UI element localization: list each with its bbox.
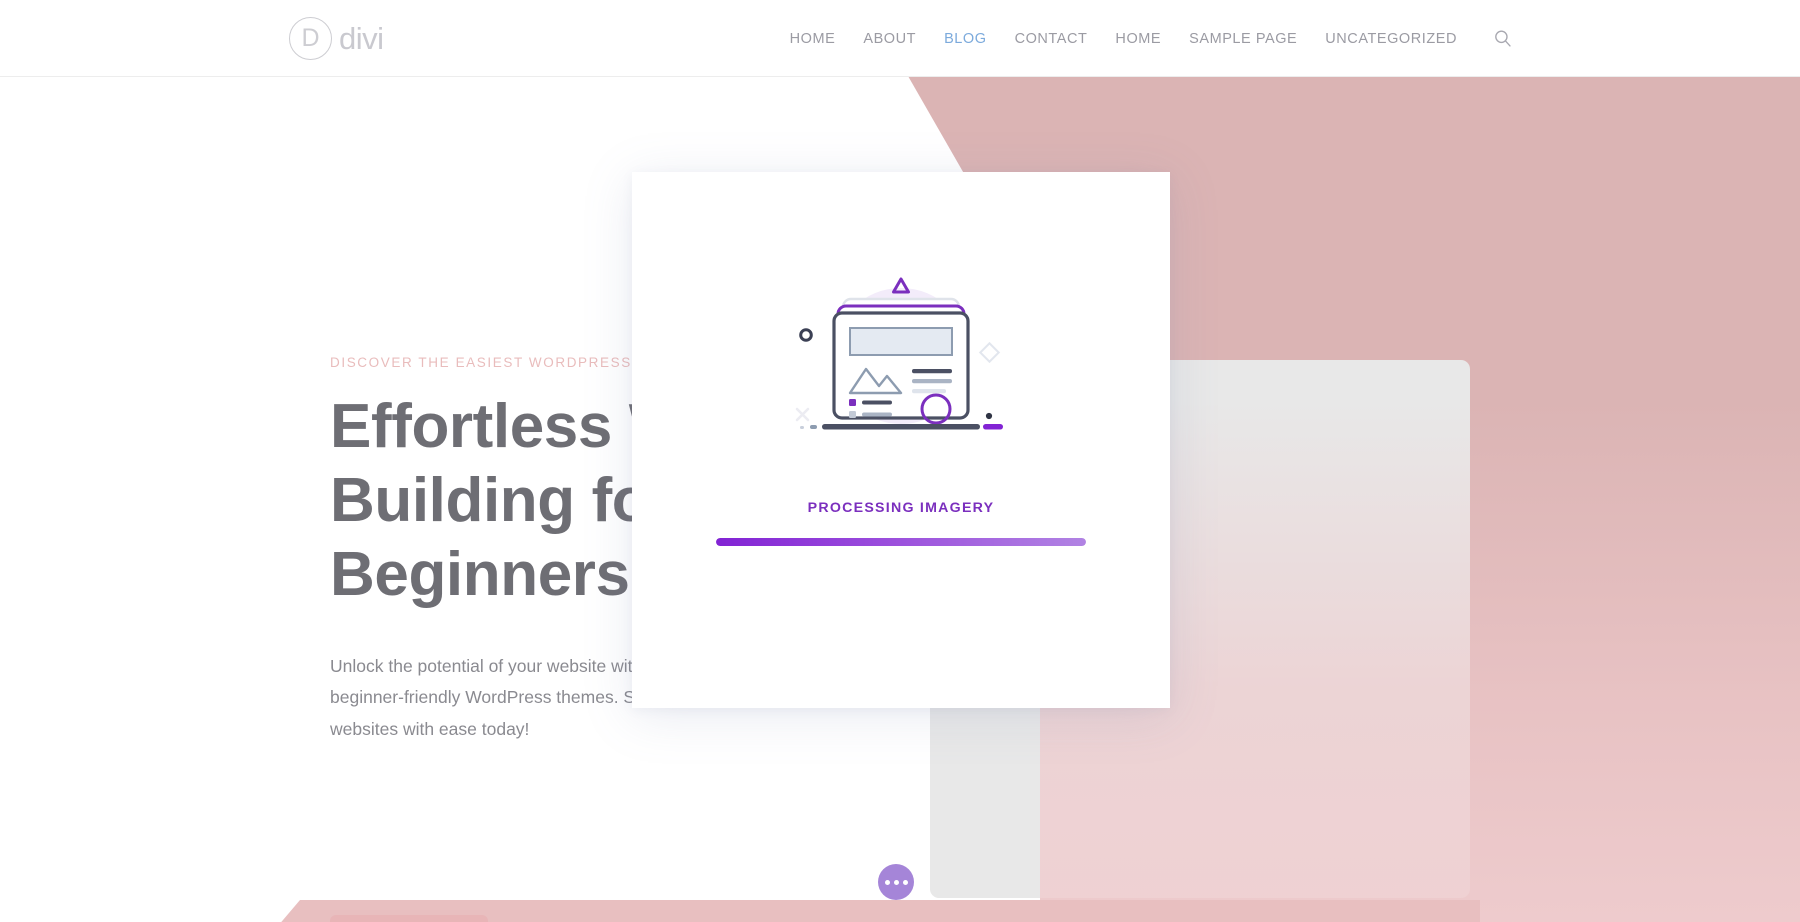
site-logo[interactable]: D divi [289,17,384,60]
search-icon[interactable] [1489,26,1515,52]
site-logo-text: divi [339,20,384,56]
nav-item-home-2[interactable]: HOME [1101,31,1175,47]
progress-bar-track [716,538,1086,546]
progress-bar-fill [716,538,1086,546]
three-dots-icon[interactable] [878,864,914,900]
fab-dot-1 [884,879,890,885]
document-processing-illustration [786,268,1016,448]
header-inner: D divi HOME ABOUT BLOG CONTACT HOME SAMP… [285,0,1515,77]
fab-dot-3 [902,879,908,885]
nav-item-sample-page[interactable]: SAMPLE PAGE [1175,31,1311,47]
nav-item-uncategorized[interactable]: UNCATEGORIZED [1311,31,1471,47]
nav-item-about[interactable]: ABOUT [849,31,930,47]
nav-item-contact[interactable]: CONTACT [1001,31,1102,47]
page-root: D divi HOME ABOUT BLOG CONTACT HOME SAMP… [0,0,1800,922]
modal-status-text: PROCESSING IMAGERY [807,500,995,516]
primary-navigation: HOME ABOUT BLOG CONTACT HOME SAMPLE PAGE… [776,26,1515,52]
site-header: D divi HOME ABOUT BLOG CONTACT HOME SAMP… [0,0,1800,77]
nav-item-home-1[interactable]: HOME [776,31,850,47]
nav-item-blog[interactable]: BLOG [930,31,1001,47]
divi-logo-icon: D [289,17,332,60]
hero-cta-button[interactable] [330,915,488,922]
fab-dot-2 [893,879,899,885]
processing-modal: PROCESSING IMAGERY [632,172,1170,708]
